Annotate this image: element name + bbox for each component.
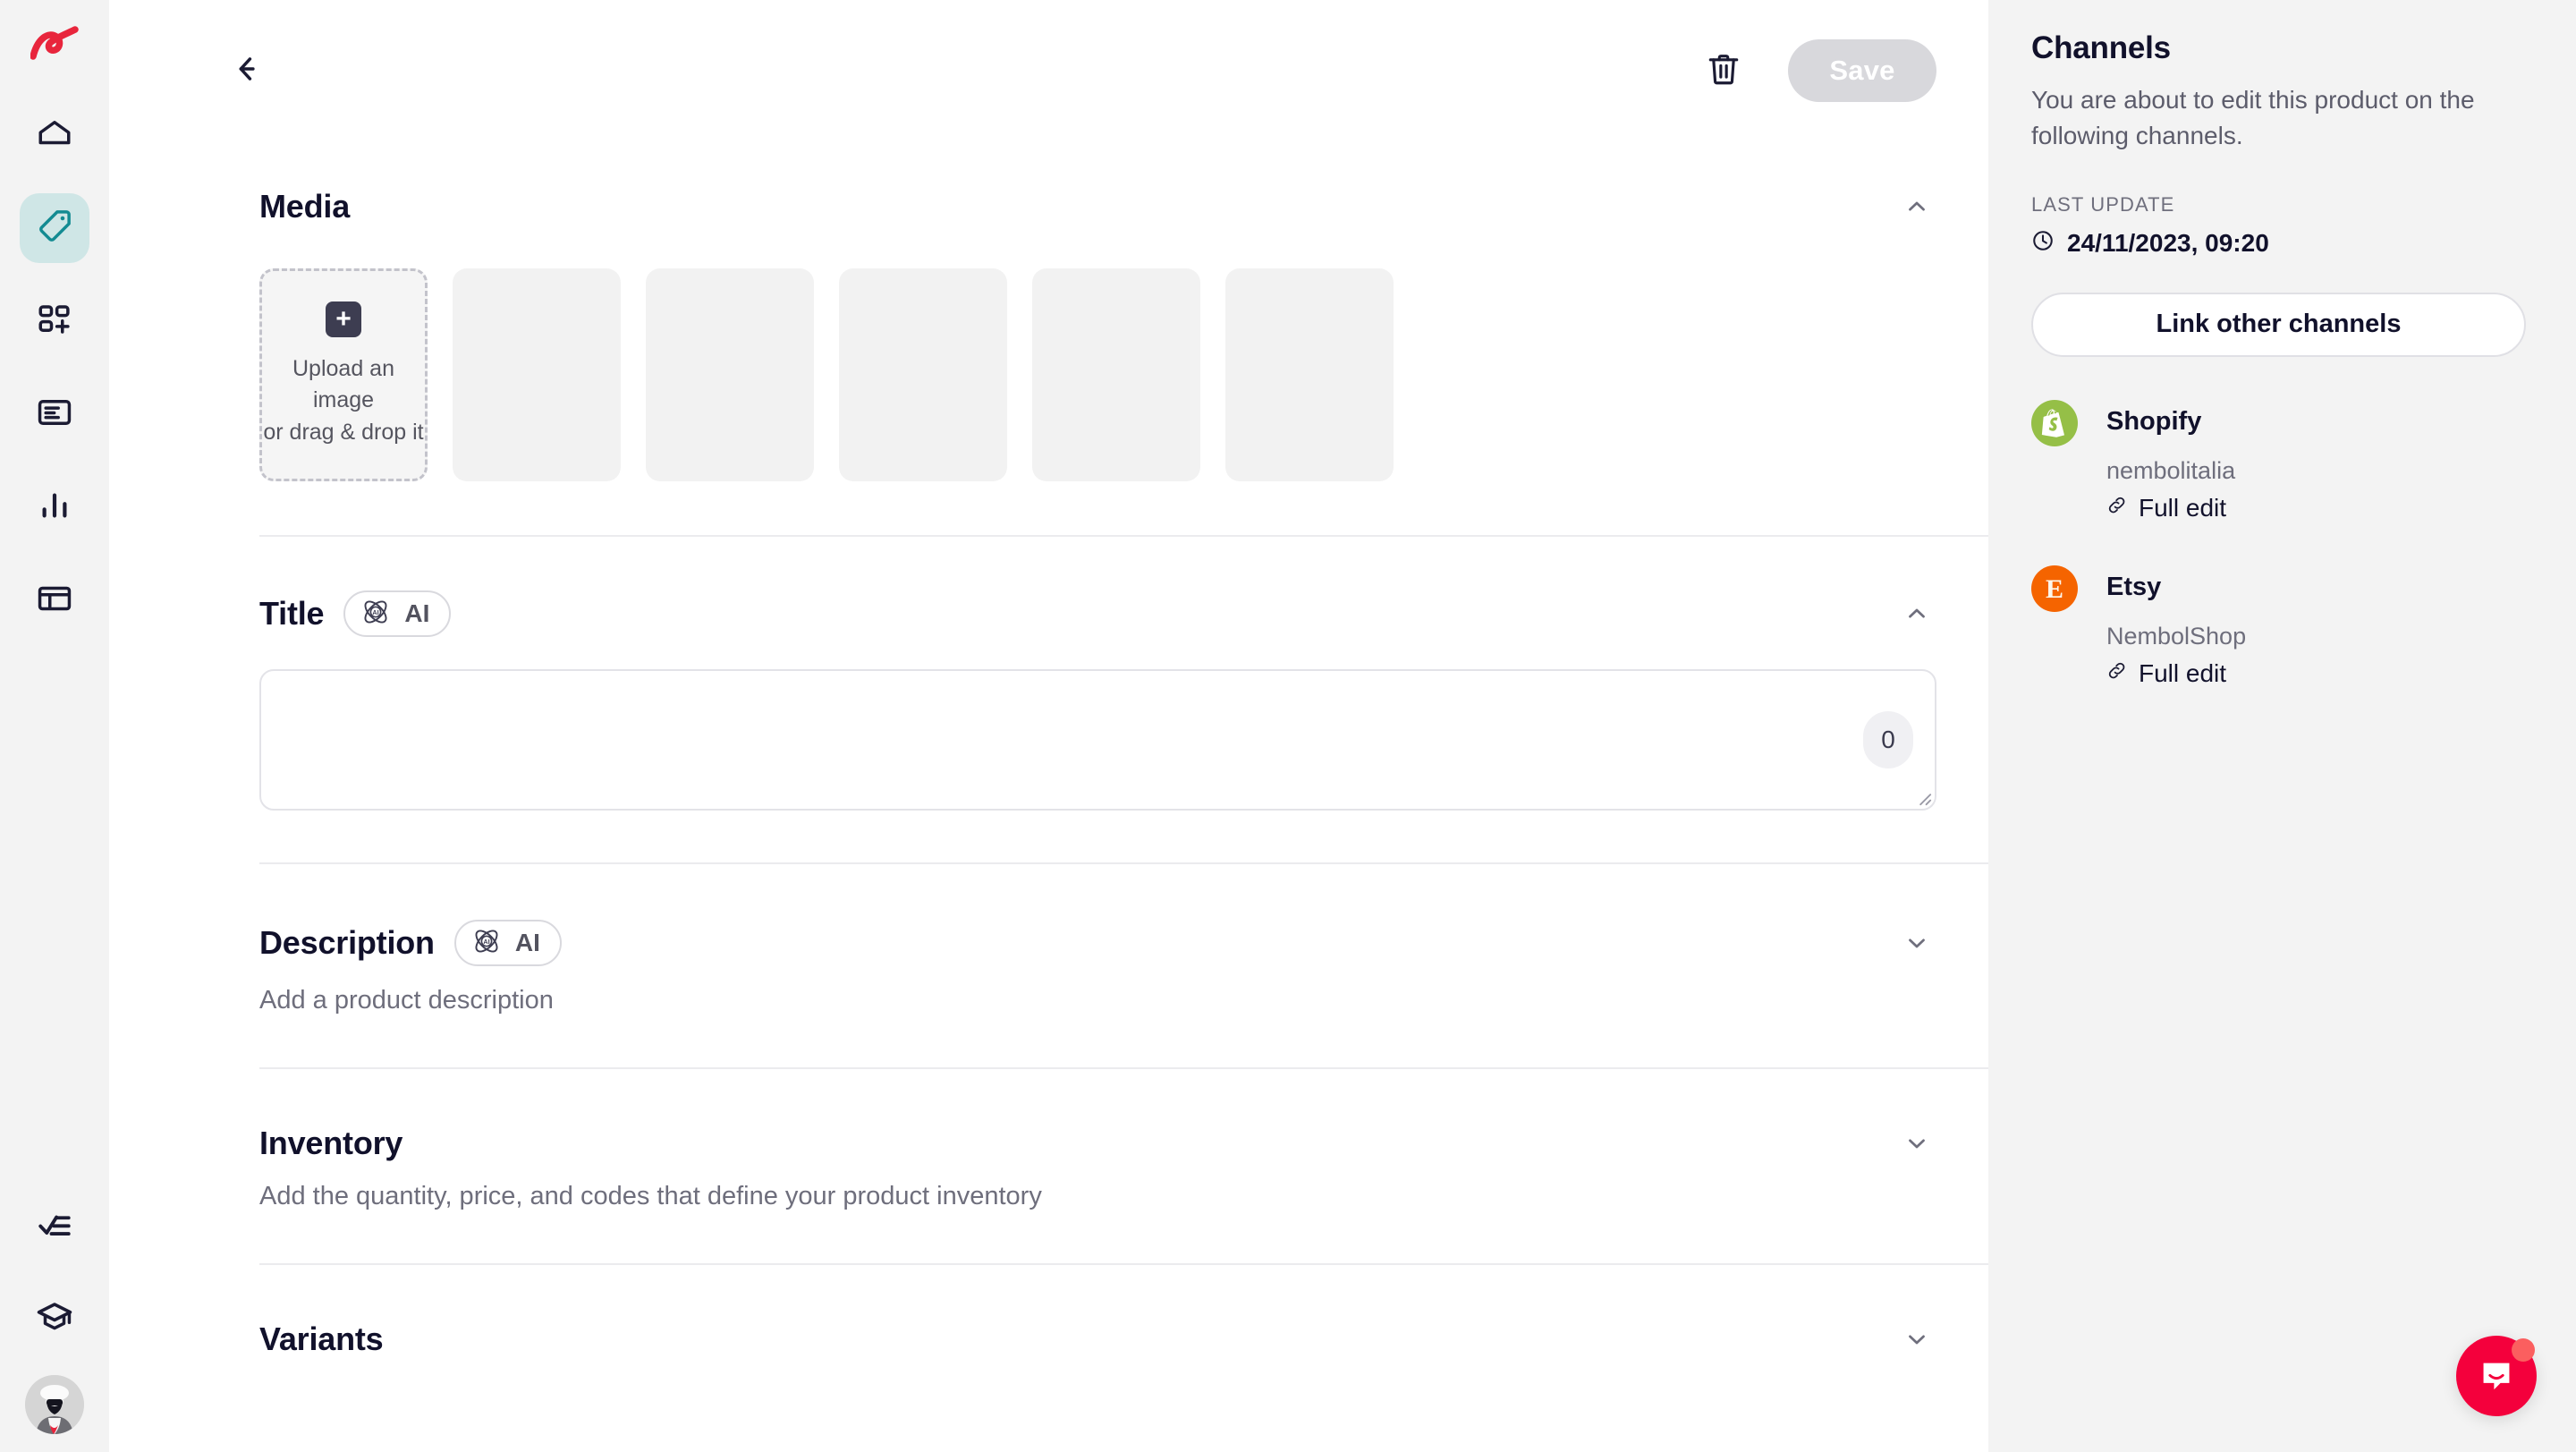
back-button[interactable] xyxy=(224,43,279,98)
checklist-icon xyxy=(36,1207,73,1249)
description-ai-label: AI xyxy=(514,929,540,956)
channels-panel-title: Channels xyxy=(2031,30,2171,65)
section-media-title: Media xyxy=(259,188,351,225)
save-button[interactable]: Save xyxy=(1788,39,1936,102)
title-ai-label: AI xyxy=(404,599,430,627)
grid-plus-icon xyxy=(36,301,73,343)
sidebar-item-layout[interactable] xyxy=(20,565,89,635)
home-icon xyxy=(36,115,73,157)
media-upload-dropzone[interactable]: + Upload an image or drag & drop it xyxy=(259,268,428,481)
main-content: Save Media + Upload an image or drag & d… xyxy=(109,0,1988,1452)
sidebar-item-analytics[interactable] xyxy=(20,472,89,542)
media-slot-empty[interactable] xyxy=(646,268,814,481)
delete-product-button[interactable] xyxy=(1695,42,1752,99)
link-other-channels-button[interactable]: Link other channels xyxy=(2031,292,2526,357)
avatar[interactable] xyxy=(25,1375,84,1434)
last-update-row: 24/11/2023, 09:20 xyxy=(2031,229,2526,259)
app-root: Save Media + Upload an image or drag & d… xyxy=(0,0,2576,1452)
channel-name-shopify: Shopify xyxy=(2106,407,2202,436)
section-title-label: Title xyxy=(259,595,325,632)
channel-shop-etsy: NembolShop xyxy=(2106,622,2247,650)
product-form: Media + Upload an image or drag & drop i… xyxy=(109,141,1988,1410)
channel-full-edit-shopify[interactable]: Full edit xyxy=(2106,494,2526,522)
section-inventory: Inventory Add the quantity, price, and c… xyxy=(259,1069,1988,1265)
intercom-launcher[interactable] xyxy=(2456,1336,2537,1416)
channel-full-edit-etsy[interactable]: Full edit xyxy=(2106,659,2526,688)
back-arrow-icon xyxy=(234,52,268,90)
plus-icon: + xyxy=(326,301,361,337)
sidebar-item-orders[interactable] xyxy=(20,379,89,449)
svg-text:AI: AI xyxy=(483,937,489,945)
nembol-logo[interactable] xyxy=(26,16,83,73)
link-icon xyxy=(2106,494,2128,522)
sidebar-item-tasks[interactable] xyxy=(20,1193,89,1262)
channel-shop-shopify: nembolitalia xyxy=(2106,456,2236,484)
channel-name-etsy: Etsy xyxy=(2106,573,2162,601)
last-update-label: LAST UPDATE xyxy=(2031,192,2175,216)
intercom-unread-badge xyxy=(2512,1338,2535,1362)
graduation-cap-icon xyxy=(36,1298,73,1340)
chevron-up-icon[interactable] xyxy=(1897,594,1936,633)
media-slot-empty[interactable] xyxy=(1225,268,1394,481)
section-media-header[interactable]: Media xyxy=(259,188,1936,225)
document-list-icon xyxy=(36,394,73,436)
description-ai-button[interactable]: AI AI xyxy=(453,920,562,966)
sidebar-item-home[interactable] xyxy=(20,100,89,170)
section-variants-header[interactable]: Variants xyxy=(259,1320,1936,1358)
channel-item-etsy: E Etsy NembolShop Full edit xyxy=(2031,564,2526,688)
sidebar-bottom-group xyxy=(0,1193,109,1434)
svg-text:E: E xyxy=(2046,574,2063,604)
svg-text:AI: AI xyxy=(373,607,379,616)
title-ai-button[interactable]: AI AI xyxy=(343,590,452,637)
ai-atom-icon: AI xyxy=(470,925,503,962)
section-media: Media + Upload an image or drag & drop i… xyxy=(259,141,1988,537)
section-description-title: Description xyxy=(259,924,435,961)
media-upload-label: Upload an image or drag & drop it xyxy=(262,353,425,449)
section-description-subtitle: Add a product description xyxy=(259,986,554,1015)
media-slot-list: + Upload an image or drag & drop it xyxy=(259,268,1988,535)
media-slot-empty[interactable] xyxy=(453,268,621,481)
section-variants: Variants xyxy=(259,1265,1988,1410)
title-char-counter: 0 xyxy=(1863,711,1913,768)
tag-icon xyxy=(35,207,74,250)
section-variants-title: Variants xyxy=(259,1320,384,1357)
title-input-wrapper: 0 xyxy=(259,669,1936,811)
chevron-up-icon[interactable] xyxy=(1897,187,1936,226)
section-inventory-subtitle: Add the quantity, price, and codes that … xyxy=(259,1182,1042,1210)
chevron-down-icon[interactable] xyxy=(1897,1124,1936,1163)
section-title: Title AI AI 0 xyxy=(259,537,1988,864)
channel-full-edit-label-etsy: Full edit xyxy=(2139,658,2227,687)
bar-chart-icon xyxy=(36,487,73,529)
link-icon xyxy=(2106,659,2128,688)
clock-icon xyxy=(2031,229,2055,259)
section-title-header[interactable]: Title AI AI xyxy=(259,590,1936,637)
ai-atom-icon: AI xyxy=(360,596,392,633)
channels-panel-subtitle: You are about to edit this product on th… xyxy=(2031,86,2475,149)
media-slot-empty[interactable] xyxy=(839,268,1007,481)
sidebar-item-academy[interactable] xyxy=(20,1284,89,1354)
left-nav-rail xyxy=(0,0,109,1452)
media-upload-line1: Upload an image xyxy=(292,355,394,413)
layout-icon xyxy=(36,580,73,622)
last-update-value: 24/11/2023, 09:20 xyxy=(2067,229,2269,257)
section-description-header[interactable]: Description AI AI xyxy=(259,920,1936,966)
sidebar-item-bulk-actions[interactable] xyxy=(20,286,89,356)
title-input[interactable] xyxy=(261,671,1935,809)
media-upload-line2: or drag & drop it xyxy=(263,419,424,445)
media-slot-empty[interactable] xyxy=(1032,268,1200,481)
chevron-down-icon[interactable] xyxy=(1897,923,1936,963)
channel-item-shopify: Shopify nembolitalia Full edit xyxy=(2031,398,2526,522)
shopify-icon xyxy=(2031,399,2078,446)
channels-panel: Channels You are about to edit this prod… xyxy=(1988,0,2576,1452)
section-description: Description AI AI Add a product descript… xyxy=(259,864,1988,1069)
editor-topbar: Save xyxy=(109,0,1988,141)
chevron-down-icon[interactable] xyxy=(1897,1320,1936,1359)
channel-full-edit-label-shopify: Full edit xyxy=(2139,493,2227,522)
section-inventory-header[interactable]: Inventory xyxy=(259,1125,1936,1162)
sidebar-item-products[interactable] xyxy=(20,193,89,263)
etsy-icon: E xyxy=(2031,565,2078,612)
section-inventory-title: Inventory xyxy=(259,1125,403,1161)
trash-icon xyxy=(1705,50,1742,92)
